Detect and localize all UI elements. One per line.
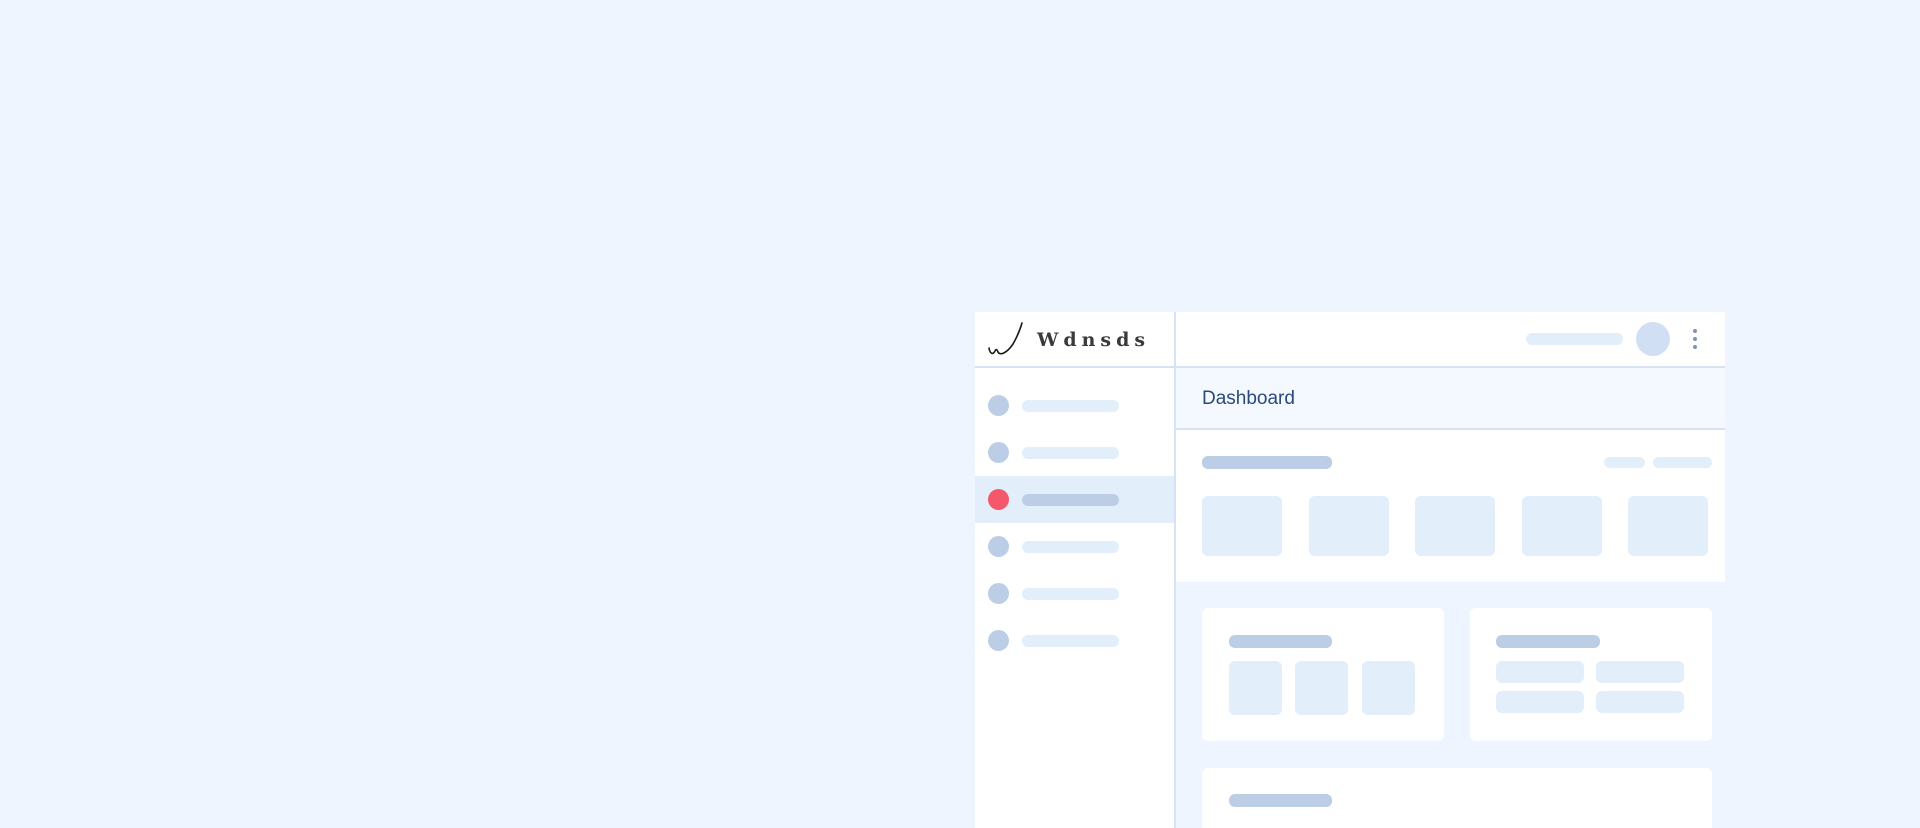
nav-item-label-placeholder — [1022, 447, 1119, 459]
card-title-placeholder — [1229, 635, 1332, 648]
widget-card-right — [1470, 608, 1712, 741]
brand-name: Wdnsds — [1037, 329, 1151, 351]
search-placeholder[interactable] — [1526, 333, 1623, 345]
stats-title-placeholder — [1202, 456, 1332, 469]
nav-item-icon — [988, 630, 1009, 651]
stat-tile[interactable] — [1202, 496, 1282, 556]
stats-action-placeholder[interactable] — [1653, 457, 1712, 468]
sidebar-header-divider — [975, 366, 1174, 368]
sidebar-item[interactable] — [975, 617, 1174, 664]
app-window: Wdnsds Dashboard — [975, 312, 1725, 828]
nav-item-icon — [988, 583, 1009, 604]
nav-item-icon — [988, 536, 1009, 557]
nav-item-label-placeholder — [1022, 635, 1119, 647]
page-title: Dashboard — [1202, 388, 1295, 409]
card-tile[interactable] — [1362, 661, 1415, 715]
card-row-placeholder — [1496, 691, 1584, 713]
main-content — [1176, 430, 1725, 828]
card-row-placeholder — [1596, 661, 1684, 683]
card-tile[interactable] — [1229, 661, 1282, 715]
kebab-menu-icon[interactable] — [1689, 329, 1701, 349]
sidebar-item[interactable] — [975, 570, 1174, 617]
sidebar: Wdnsds — [975, 312, 1174, 828]
nav-item-label-placeholder — [1022, 494, 1119, 506]
avatar[interactable] — [1636, 322, 1670, 356]
nav-item-active-icon — [988, 489, 1009, 510]
sidebar-item-active[interactable] — [975, 476, 1174, 523]
page-header: Dashboard — [1176, 368, 1725, 428]
stats-panel — [1176, 430, 1725, 582]
nav-item-label-placeholder — [1022, 400, 1119, 412]
nav-item-label-placeholder — [1022, 588, 1119, 600]
sidebar-item[interactable] — [975, 429, 1174, 476]
nav-item-icon — [988, 395, 1009, 416]
widget-card-left — [1202, 608, 1444, 741]
card-tile[interactable] — [1295, 661, 1348, 715]
sidebar-nav — [975, 382, 1174, 664]
nav-item-label-placeholder — [1022, 541, 1119, 553]
sidebar-item[interactable] — [975, 523, 1174, 570]
stat-tile[interactable] — [1415, 496, 1495, 556]
sidebar-item[interactable] — [975, 382, 1174, 429]
card-row-placeholder — [1596, 691, 1684, 713]
card-row-placeholder — [1496, 661, 1584, 683]
stats-action-placeholder[interactable] — [1604, 457, 1645, 468]
card-title-placeholder — [1496, 635, 1600, 648]
brand-logo-icon — [988, 322, 1023, 355]
brand[interactable]: Wdnsds — [975, 312, 1174, 366]
topbar — [1176, 312, 1725, 366]
nav-item-icon — [988, 442, 1009, 463]
stat-tile[interactable] — [1522, 496, 1602, 556]
card-title-placeholder — [1229, 794, 1332, 807]
widget-card-bottom — [1202, 768, 1712, 828]
stat-tile[interactable] — [1628, 496, 1708, 556]
stat-tile[interactable] — [1309, 496, 1389, 556]
